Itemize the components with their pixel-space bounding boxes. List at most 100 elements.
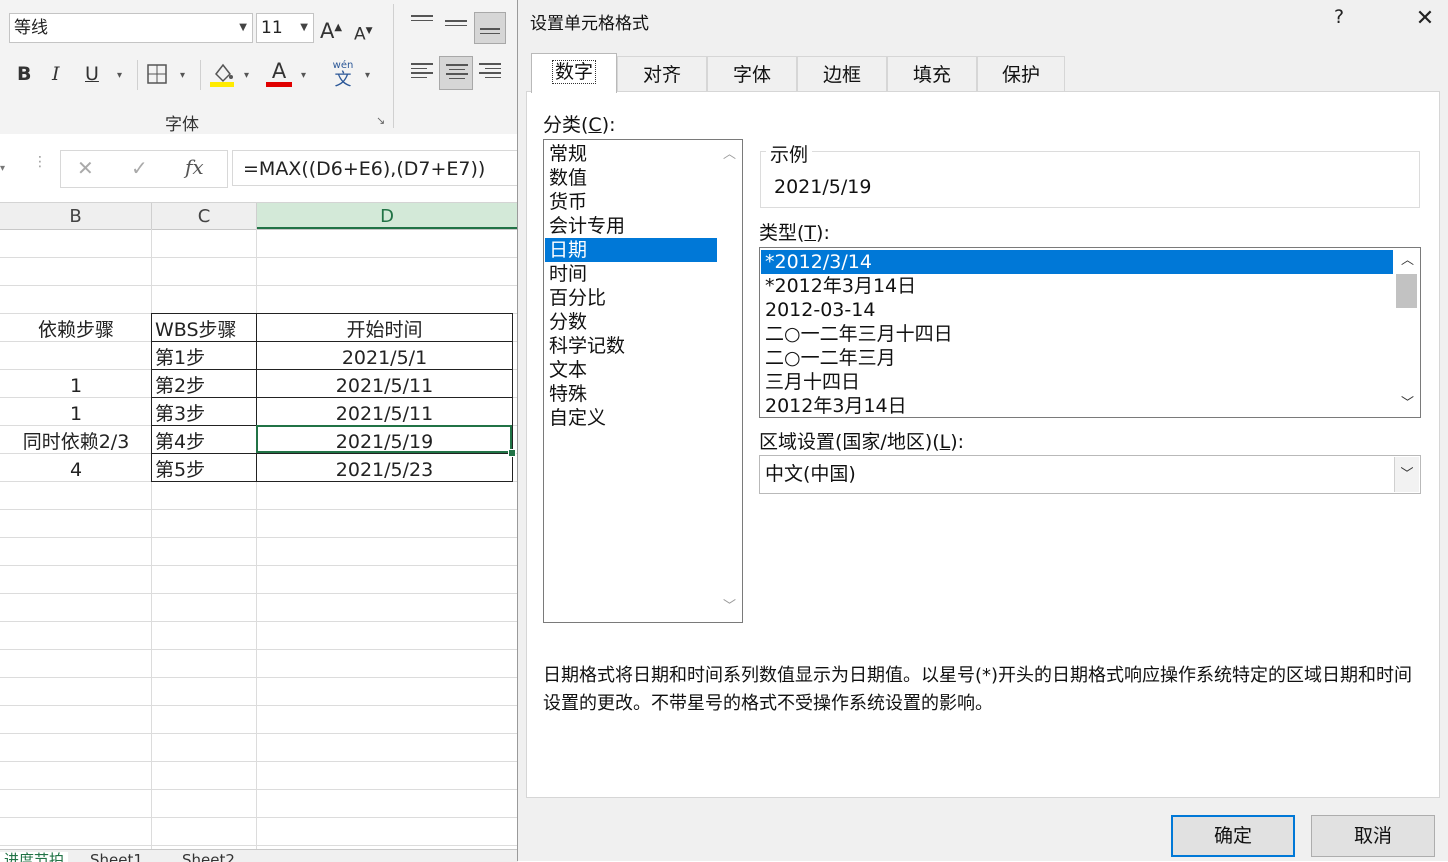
fill-handle[interactable]: [508, 449, 516, 457]
align-center-button[interactable]: [439, 56, 473, 90]
table-cell[interactable]: 1: [0, 399, 152, 427]
close-icon[interactable]: ✕: [1402, 0, 1448, 38]
locale-value: 中文(中国): [765, 463, 856, 485]
grip-icon: ⋮: [33, 154, 47, 170]
font-size-combo[interactable]: 11 ▼: [256, 13, 314, 43]
tab-protection[interactable]: 保护: [977, 56, 1065, 92]
category-item[interactable]: 自定义: [545, 406, 717, 430]
table-cell[interactable]: 第3步: [155, 399, 205, 427]
type-item[interactable]: 三月十四日: [761, 370, 1393, 394]
chevron-down-icon[interactable]: ▾: [117, 70, 122, 81]
table-cell[interactable]: 2021/5/23: [257, 455, 512, 483]
type-listbox[interactable]: *2012/3/14 *2012年3月14日 2012-03-14 二○一二年三…: [759, 247, 1421, 418]
table-cell[interactable]: 第1步: [155, 343, 205, 371]
header-cell-wbs[interactable]: WBS步骤: [155, 315, 237, 343]
category-scrollbar[interactable]: ︿ ﹀: [718, 141, 741, 621]
table-cell[interactable]: [0, 343, 152, 371]
chevron-down-icon[interactable]: ▾: [180, 70, 185, 81]
name-box-dropdown-icon[interactable]: ▾: [0, 154, 10, 184]
type-item[interactable]: 2012年3月14日: [761, 394, 1393, 417]
category-item[interactable]: 数值: [545, 166, 717, 190]
align-bottom-button[interactable]: [474, 12, 506, 44]
category-item[interactable]: 特殊: [545, 382, 717, 406]
italic-button[interactable]: I: [52, 62, 60, 86]
borders-icon[interactable]: [147, 64, 167, 84]
table-cell[interactable]: 2021/5/11: [257, 371, 512, 399]
table-cell[interactable]: 第4步: [155, 427, 205, 455]
column-header-b[interactable]: B: [0, 203, 152, 229]
category-item[interactable]: 货币: [545, 190, 717, 214]
category-listbox[interactable]: 常规 数值 货币 会计专用 日期 时间 百分比 分数 科学记数 文本 特殊 自定…: [543, 139, 743, 623]
category-item[interactable]: 会计专用: [545, 214, 717, 238]
align-left-icon[interactable]: [411, 63, 433, 81]
category-item[interactable]: 科学记数: [545, 334, 717, 358]
column-header-c[interactable]: C: [152, 203, 257, 229]
align-middle-icon[interactable]: [445, 20, 467, 38]
table-cell[interactable]: 第2步: [155, 371, 205, 399]
underline-button[interactable]: U: [85, 62, 99, 86]
tab-border[interactable]: 边框: [797, 56, 887, 92]
formula-input[interactable]: =MAX((D6+E6),(D7+E7)): [232, 150, 522, 186]
align-right-icon[interactable]: [479, 63, 501, 81]
chevron-down-icon[interactable]: ﹀: [1394, 457, 1419, 492]
format-description: 日期格式将日期和时间系列数值显示为日期值。以星号(*)开头的日期格式响应操作系统…: [543, 665, 1413, 714]
chevron-down-icon[interactable]: ▾: [301, 70, 306, 81]
category-item[interactable]: 分数: [545, 310, 717, 334]
gridline: [0, 761, 518, 762]
tab-number[interactable]: 数字: [531, 53, 617, 93]
tab-font[interactable]: 字体: [707, 56, 797, 92]
chevron-up-icon[interactable]: ︿: [718, 145, 741, 165]
shrink-font-icon[interactable]: A▼: [354, 19, 373, 47]
category-item[interactable]: 文本: [545, 358, 717, 382]
type-scrollbar[interactable]: ︿ ﹀: [1396, 248, 1419, 417]
type-item[interactable]: 二○一二年三月十四日: [761, 322, 1393, 346]
font-name-combo[interactable]: 等线 ▼: [9, 13, 253, 43]
category-item[interactable]: 常规: [545, 142, 717, 166]
table-cell[interactable]: 2021/5/1: [257, 343, 512, 371]
cancel-icon[interactable]: ✕: [77, 156, 94, 180]
locale-select[interactable]: 中文(中国) ﹀: [759, 455, 1421, 494]
chevron-up-icon[interactable]: ︿: [1396, 251, 1419, 271]
table-cell[interactable]: 2021/5/11: [257, 399, 512, 427]
phonetic-guide-icon[interactable]: wén 文: [330, 61, 356, 90]
type-item[interactable]: 2012-03-14: [761, 298, 1393, 322]
gridline: [0, 257, 518, 258]
table-cell[interactable]: 1: [0, 371, 152, 399]
column-header-d[interactable]: D: [257, 203, 518, 229]
table-cell[interactable]: 4: [0, 455, 152, 483]
font-color-icon[interactable]: A: [266, 60, 292, 88]
category-item[interactable]: 百分比: [545, 286, 717, 310]
gridline: [0, 565, 518, 566]
divider: [200, 60, 201, 90]
type-item-selected[interactable]: *2012/3/14: [761, 250, 1393, 274]
chevron-down-icon[interactable]: ▾: [244, 70, 249, 81]
header-cell-start[interactable]: 开始时间: [257, 315, 512, 343]
insert-function-icon[interactable]: fx: [185, 155, 204, 179]
sample-value: 2021/5/19: [774, 176, 872, 198]
grow-font-icon[interactable]: A▲: [320, 16, 342, 43]
type-item[interactable]: *2012年3月14日: [761, 274, 1393, 298]
table-border: [151, 313, 513, 314]
table-cell[interactable]: 第5步: [155, 455, 205, 483]
type-item[interactable]: 二○一二年三月: [761, 346, 1393, 370]
tab-fill[interactable]: 填充: [887, 56, 977, 92]
enter-icon[interactable]: ✓: [131, 156, 148, 180]
header-cell-dependency[interactable]: 依赖步骤: [0, 315, 152, 343]
cancel-button[interactable]: 取消: [1311, 815, 1435, 857]
fill-color-icon[interactable]: [210, 60, 236, 88]
chevron-down-icon[interactable]: ﹀: [718, 597, 741, 617]
table-cell[interactable]: 同时依赖2/3: [0, 427, 152, 455]
align-top-icon[interactable]: [411, 15, 433, 33]
category-item[interactable]: 时间: [545, 262, 717, 286]
gridline: [0, 509, 518, 510]
help-icon[interactable]: ?: [1334, 6, 1344, 28]
dialog-launcher-icon[interactable]: ↘: [376, 114, 385, 127]
tab-alignment[interactable]: 对齐: [617, 56, 707, 92]
chevron-down-icon[interactable]: ﹀: [1396, 394, 1419, 414]
ok-button[interactable]: 确定: [1171, 815, 1295, 857]
chevron-down-icon[interactable]: ▾: [365, 70, 370, 81]
bold-button[interactable]: B: [17, 62, 31, 86]
scroll-thumb[interactable]: [1396, 274, 1417, 308]
category-item-selected[interactable]: 日期: [545, 238, 717, 262]
sample-label: 示例: [766, 140, 813, 167]
